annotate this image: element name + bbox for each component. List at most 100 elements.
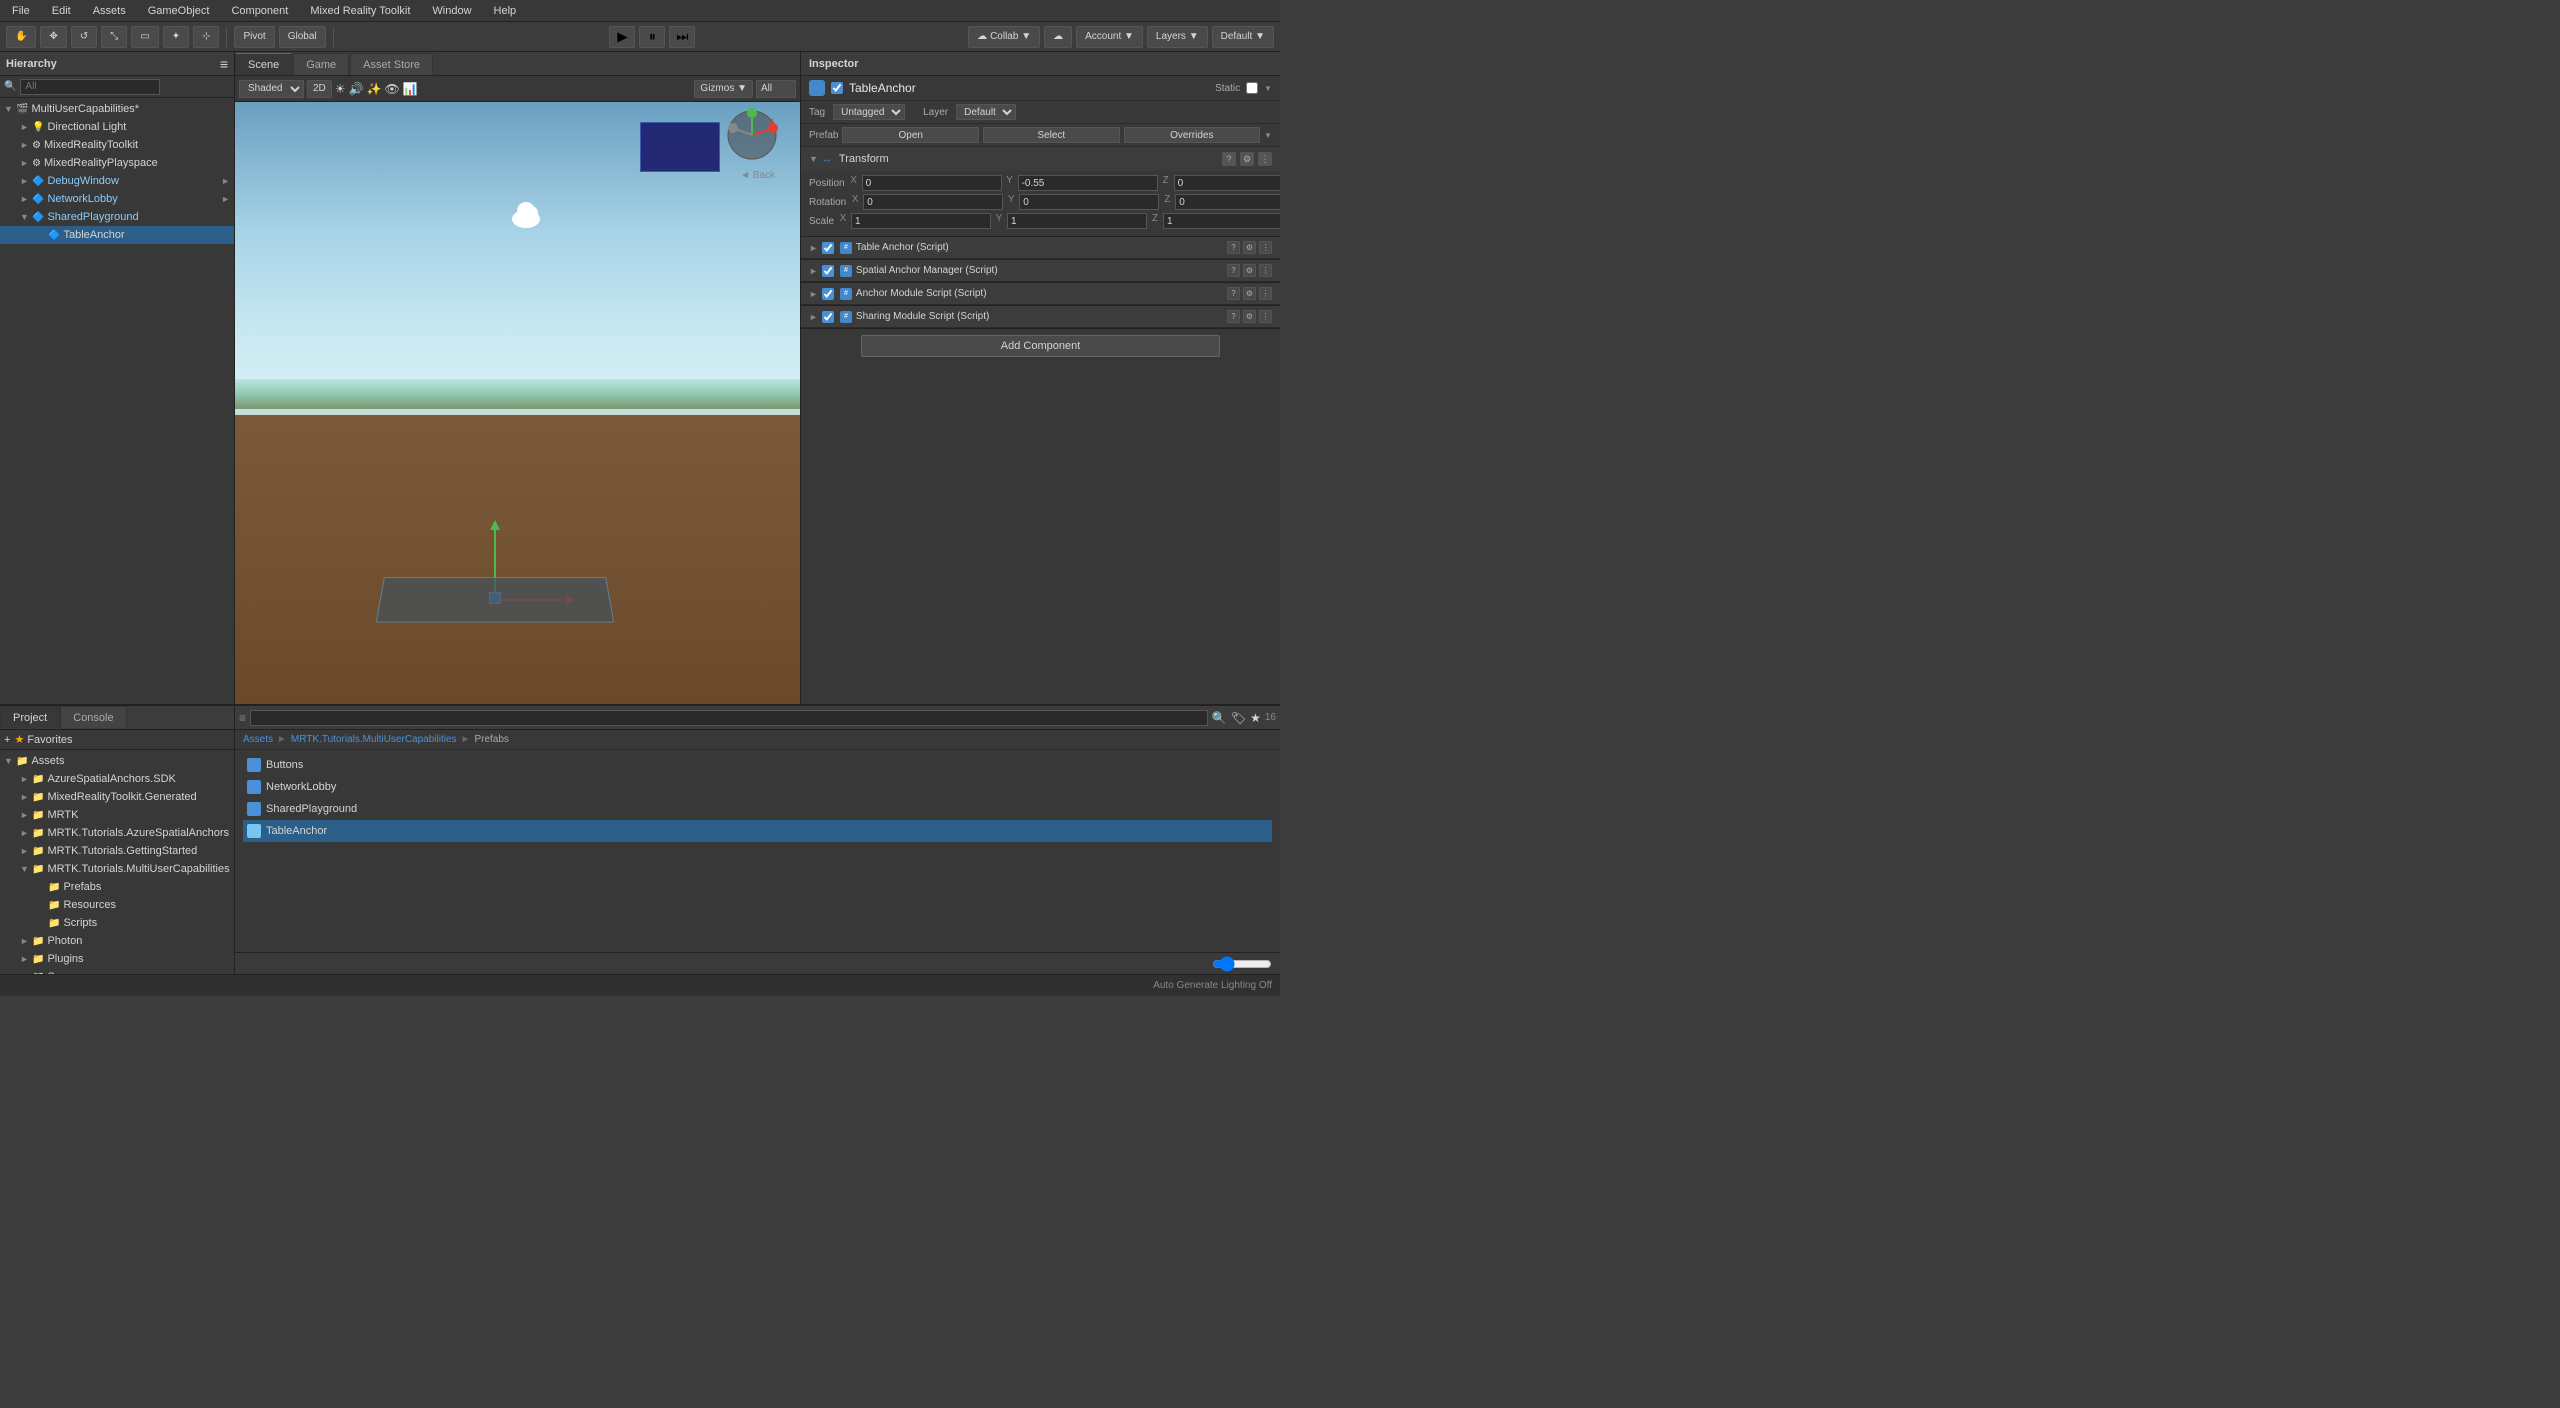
tree-item-sharedplayground[interactable]: ▼ 🔷 SharedPlayground [0,208,234,226]
tree-item-tableanchor[interactable]: 🔷 TableAnchor [0,226,234,244]
rect-tool-btn[interactable]: ▭ [131,26,158,48]
asset-item-networklobby[interactable]: NetworkLobby [243,776,1272,798]
spatial-anchor-script-header[interactable]: ► # Spatial Anchor Manager (Script) ? ⚙ … [801,260,1280,282]
filter-icon[interactable]: 🔍 [1212,711,1227,725]
script0-active-checkbox[interactable] [822,242,834,254]
tree-item-debugwindow[interactable]: ► 🔷 DebugWindow ► [0,172,234,190]
static-dropdown-icon[interactable]: ▼ [1264,84,1272,93]
script0-help-btn[interactable]: ? [1227,241,1240,254]
scale-tool-btn[interactable]: ⤡ [101,26,127,48]
zoom-slider[interactable] [1212,958,1272,970]
prefab-open-btn[interactable]: Open [842,127,979,143]
sharing-module-script-header[interactable]: ► # Sharing Module Script (Script) ? ⚙ ⋮ [801,306,1280,328]
proj-item-assets[interactable]: ▼ 📁 Assets [0,752,234,770]
proj-item-6[interactable]: 📁 Prefabs [0,878,234,896]
scene-viewport[interactable]: X Y ◄ Back [235,102,800,704]
overrides-dropdown-icon[interactable]: ▼ [1264,131,1272,140]
move-tool-btn[interactable]: ✥ [40,26,66,48]
proj-item-1[interactable]: ► 📁 MixedRealityToolkit.Generated [0,788,234,806]
menu-mrtk[interactable]: Mixed Reality Toolkit [306,3,414,19]
object-active-checkbox[interactable] [831,82,843,94]
assets-menu-icon[interactable]: ≡ [239,711,246,725]
shading-select[interactable]: Shaded [239,80,304,98]
pos-z-input[interactable] [1174,175,1280,191]
script0-menu-btn[interactable]: ⋮ [1259,241,1272,254]
transform-settings-btn[interactable]: ⚙ [1240,152,1254,166]
menu-gameobject[interactable]: GameObject [144,3,214,19]
transform-help-btn[interactable]: ? [1222,152,1236,166]
anchor-module-script-header[interactable]: ► # Anchor Module Script (Script) ? ⚙ ⋮ [801,283,1280,305]
assets-search-input[interactable] [250,710,1208,726]
tree-item-networklobby[interactable]: ► 🔷 NetworkLobby ► [0,190,234,208]
label-icon[interactable]: 🏷 [1231,711,1246,725]
menu-window[interactable]: Window [428,3,475,19]
tab-assetstore[interactable]: Asset Store [350,53,433,75]
collab-btn[interactable]: ☁ Collab ▼ [968,26,1040,48]
layers-btn[interactable]: Layers ▼ [1147,26,1208,48]
play-btn[interactable]: ▶ [609,26,635,48]
proj-item-2[interactable]: ► 📁 MRTK [0,806,234,824]
proj-item-8[interactable]: 📁 Scripts [0,914,234,932]
prefab-select-btn[interactable]: Select [983,127,1120,143]
layer-select[interactable]: Default [956,104,1016,120]
breadcrumb-mrtk[interactable]: MRTK.Tutorials.MultiUserCapabilities [291,734,457,745]
pause-btn[interactable]: ⏸ [639,26,665,48]
rot-y-input[interactable] [1019,194,1159,210]
tag-select[interactable]: Untagged [833,104,905,120]
menu-assets[interactable]: Assets [89,3,130,19]
tab-console[interactable]: Console [60,706,126,728]
proj-item-10[interactable]: ► 📁 Plugins [0,950,234,968]
menu-file[interactable]: File [8,3,34,19]
prefab-overrides-btn[interactable]: Overrides [1124,127,1261,143]
global-btn[interactable]: Global [279,26,326,48]
script3-help-btn[interactable]: ? [1227,310,1240,323]
script2-settings-btn[interactable]: ⚙ [1243,287,1256,300]
back-label[interactable]: ◄ Back [740,170,775,181]
script3-settings-btn[interactable]: ⚙ [1243,310,1256,323]
scl-x-input[interactable] [851,213,991,229]
transform-header[interactable]: ▼ ↔ Transform ? ⚙ ⋮ [801,147,1280,171]
transform-menu-btn[interactable]: ⋮ [1258,152,1272,166]
breadcrumb-assets[interactable]: Assets [243,734,273,745]
menu-component[interactable]: Component [227,3,292,19]
rot-x-input[interactable] [863,194,1003,210]
proj-item-7[interactable]: 📁 Resources [0,896,234,914]
script1-active-checkbox[interactable] [822,265,834,277]
proj-item-0[interactable]: ► 📁 AzureSpatialAnchors.SDK [0,770,234,788]
scl-z-input[interactable] [1163,213,1280,229]
pos-y-input[interactable] [1018,175,1158,191]
rot-z-input[interactable] [1175,194,1280,210]
hand-tool-btn[interactable]: ✋ [6,26,36,48]
default-layout-btn[interactable]: Default ▼ [1212,26,1274,48]
hierarchy-search-input[interactable] [20,79,160,95]
tree-item-mrplayspace[interactable]: ► ⚙ MixedRealityPlayspace [0,154,234,172]
gizmo-search[interactable] [756,80,796,98]
tree-item-mrtk[interactable]: ► ⚙ MixedRealityToolkit [0,136,234,154]
proj-item-9[interactable]: ► 📁 Photon [0,932,234,950]
script0-settings-btn[interactable]: ⚙ [1243,241,1256,254]
asset-item-tableanchor[interactable]: TableAnchor [243,820,1272,842]
script2-help-btn[interactable]: ? [1227,287,1240,300]
menu-edit[interactable]: Edit [48,3,75,19]
add-btn[interactable]: + [4,734,10,746]
script3-active-checkbox[interactable] [822,311,834,323]
star-filter-icon[interactable]: ★ [1250,711,1261,725]
table-anchor-script-header[interactable]: ► # Table Anchor (Script) ? ⚙ ⋮ [801,237,1280,259]
proj-item-5[interactable]: ▼ 📁 MRTK.Tutorials.MultiUserCapabilities [0,860,234,878]
account-btn[interactable]: Account ▼ [1076,26,1143,48]
asset-item-buttons[interactable]: Buttons [243,754,1272,776]
tab-game[interactable]: Game [293,53,349,75]
hierarchy-menu-icon[interactable]: ≡ [220,56,228,72]
tree-item-multiusercapabilities[interactable]: ▼ 🎬 MultiUserCapabilities* [0,100,234,118]
gizmos-btn[interactable]: Gizmos ▼ [694,80,753,98]
pos-x-input[interactable] [862,175,1002,191]
tree-item-directionallight[interactable]: ► 💡 Directional Light [0,118,234,136]
script2-active-checkbox[interactable] [822,288,834,300]
transform-tool-btn[interactable]: ✦ [163,26,189,48]
asset-item-sharedplayground[interactable]: SharedPlayground [243,798,1272,820]
menu-help[interactable]: Help [490,3,521,19]
add-component-btn[interactable]: Add Component [861,335,1220,357]
custom-tool-btn[interactable]: ⊹ [193,26,219,48]
pivot-btn[interactable]: Pivot [234,26,274,48]
scl-y-input[interactable] [1007,213,1147,229]
